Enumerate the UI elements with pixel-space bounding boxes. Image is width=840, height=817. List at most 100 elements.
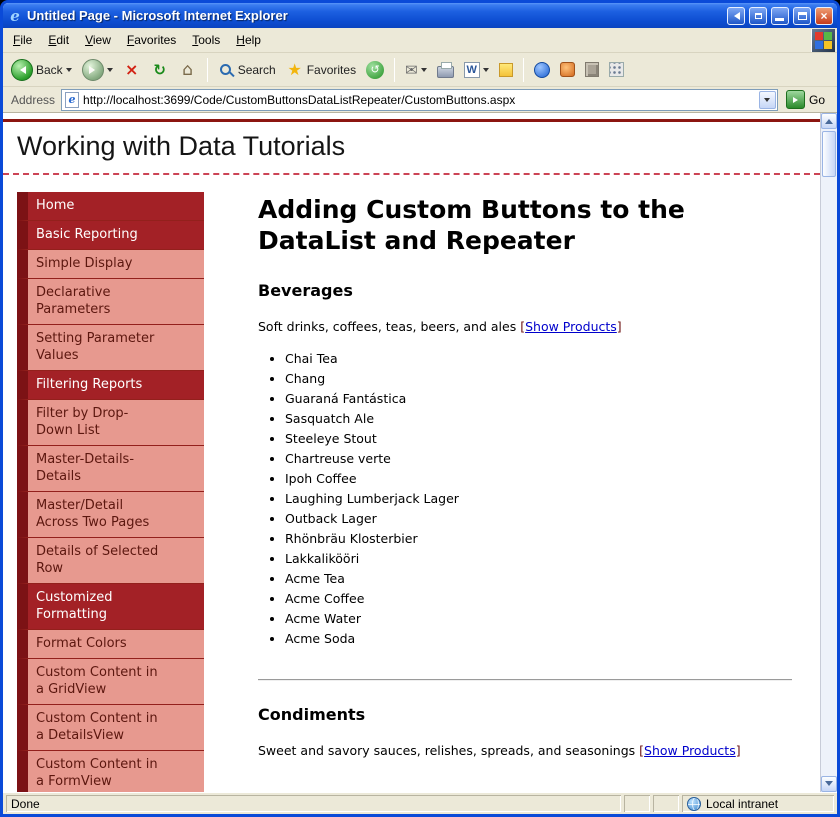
refresh-button[interactable]: ↻	[147, 59, 173, 81]
maximize-button[interactable]	[793, 7, 811, 25]
print-icon	[437, 66, 454, 78]
back-dropdown-caret[interactable]	[66, 68, 72, 75]
vertical-scrollbar[interactable]	[820, 113, 837, 792]
product-item: Laughing Lumberjack Lager	[285, 489, 792, 509]
menu-file[interactable]: File	[5, 29, 40, 51]
menu-help[interactable]: Help	[228, 29, 269, 51]
go-button[interactable]: Go	[784, 89, 833, 110]
sidebar-item-basic-reporting[interactable]: Basic Reporting	[17, 220, 204, 249]
globe-icon	[687, 797, 701, 811]
messenger-button[interactable]	[530, 60, 554, 80]
product-item: Chai Tea	[285, 349, 792, 369]
product-list: Chai Tea Chang Guaraná Fantástica Sasqua…	[285, 349, 792, 649]
go-icon	[786, 90, 805, 109]
history-button[interactable]: ↺	[362, 59, 388, 81]
status-zone-pane: Local intranet	[682, 795, 834, 812]
sidebar-item-filtering-reports[interactable]: Filtering Reports	[17, 370, 204, 399]
product-item: Chartreuse verte	[285, 449, 792, 469]
address-label: Address	[7, 93, 55, 107]
back-button[interactable]: Back	[7, 57, 76, 83]
titlebar-extra-button-2[interactable]	[749, 7, 767, 25]
product-item: Ipoh Coffee	[285, 469, 792, 489]
status-text: Done	[11, 797, 40, 811]
section-heading: Condiments	[258, 705, 792, 724]
grid-icon	[609, 62, 624, 77]
research-button[interactable]	[581, 60, 603, 79]
search-button[interactable]: Search	[214, 60, 280, 79]
address-field[interactable]: e	[61, 89, 778, 111]
msn-button[interactable]	[556, 60, 579, 79]
show-products-link[interactable]: Show Products	[525, 319, 617, 334]
close-button[interactable]: ×	[815, 7, 833, 25]
home-button[interactable]: ⌂	[175, 59, 201, 81]
minimize-button[interactable]	[771, 7, 789, 25]
section-heading: Beverages	[258, 281, 792, 300]
section-divider	[258, 679, 792, 681]
window-pane-icon	[755, 13, 762, 19]
edit-dropdown-caret[interactable]	[483, 68, 489, 75]
menu-tools[interactable]: Tools	[184, 29, 228, 51]
toolbar-separator	[523, 58, 524, 82]
windows-logo-icon	[811, 29, 835, 52]
scroll-down-button[interactable]	[821, 776, 837, 792]
arrow-down-icon	[825, 781, 833, 790]
product-item: Rhönbräu Klosterbier	[285, 529, 792, 549]
notes-button[interactable]	[495, 61, 517, 79]
sidebar-item-declarative-parameters[interactable]: Declarative Parameters	[17, 278, 204, 324]
stop-icon: ×	[123, 61, 141, 79]
show-products-link[interactable]: Show Products	[644, 743, 736, 758]
favorites-icon: ★	[286, 61, 304, 79]
scroll-up-button[interactable]	[821, 113, 837, 129]
forward-button[interactable]	[78, 57, 117, 83]
bracket-close: ]	[617, 319, 622, 334]
sidebar-item-custom-content-detailsview[interactable]: Custom Content in a DetailsView	[17, 704, 204, 750]
section-condiments: Condiments Sweet and savory sauces, reli…	[258, 705, 792, 758]
home-icon: ⌂	[179, 61, 197, 79]
sidebar-item-details-of-selected-row[interactable]: Details of Selected Row	[17, 537, 204, 583]
product-item: Sasquatch Ale	[285, 409, 792, 429]
product-item: Lakkalikööri	[285, 549, 792, 569]
messenger-icon	[534, 62, 550, 78]
scroll-thumb[interactable]	[822, 131, 836, 177]
sidebar-item-custom-content-formview[interactable]: Custom Content in a FormView	[17, 750, 204, 792]
toolbar-separator	[207, 58, 208, 82]
web-page: Working with Data Tutorials Home Basic R…	[3, 113, 820, 792]
stop-button[interactable]: ×	[119, 59, 145, 81]
status-message-pane: Done	[6, 795, 621, 812]
edit-button[interactable]: W	[460, 60, 493, 80]
sidebar-item-custom-content-gridview[interactable]: Custom Content in a GridView	[17, 658, 204, 704]
address-dropdown-button[interactable]	[759, 91, 776, 109]
product-item: Acme Soda	[285, 629, 792, 649]
sidebar-item-home[interactable]: Home	[17, 192, 204, 220]
menu-view[interactable]: View	[77, 29, 119, 51]
favorites-button[interactable]: ★ Favorites	[282, 59, 360, 81]
sidebar-item-format-colors[interactable]: Format Colors	[17, 629, 204, 658]
sidebar-item-master-details-details[interactable]: Master-Details-Details	[17, 445, 204, 491]
mail-dropdown-caret[interactable]	[421, 68, 427, 75]
product-item: Outback Lager	[285, 509, 792, 529]
menu-favorites[interactable]: Favorites	[119, 29, 184, 51]
security-zone-text: Local intranet	[706, 797, 778, 811]
bracket-close: ]	[736, 743, 741, 758]
note-icon	[499, 63, 513, 77]
page-icon: e	[65, 92, 79, 108]
product-item: Steeleye Stout	[285, 429, 792, 449]
sidebar-item-master-detail-two-pages[interactable]: Master/Detail Across Two Pages	[17, 491, 204, 537]
section-description: Sweet and savory sauces, relishes, sprea…	[258, 743, 792, 758]
address-input[interactable]	[83, 93, 755, 107]
sidebar-item-simple-display[interactable]: Simple Display	[17, 249, 204, 278]
titlebar-extra-button-1[interactable]	[727, 7, 745, 25]
print-button[interactable]	[433, 60, 458, 80]
titlebar[interactable]: e Untitled Page - Microsoft Internet Exp…	[3, 3, 837, 28]
toolbar: Back × ↻ ⌂ Search ★ Favorites ↺ ✉ W	[3, 53, 837, 87]
tiles-button[interactable]	[605, 60, 628, 79]
product-item: Acme Tea	[285, 569, 792, 589]
sidebar-item-customized-formatting[interactable]: Customized Formatting	[17, 583, 204, 629]
menu-edit[interactable]: Edit	[40, 29, 77, 51]
mail-button[interactable]: ✉	[401, 59, 431, 81]
sidebar-item-filter-by-dropdown-list[interactable]: Filter by Drop-Down List	[17, 399, 204, 445]
back-label: Back	[36, 63, 63, 77]
back-icon	[11, 59, 33, 81]
forward-dropdown-caret[interactable]	[107, 68, 113, 75]
sidebar-item-setting-parameter-values[interactable]: Setting Parameter Values	[17, 324, 204, 370]
